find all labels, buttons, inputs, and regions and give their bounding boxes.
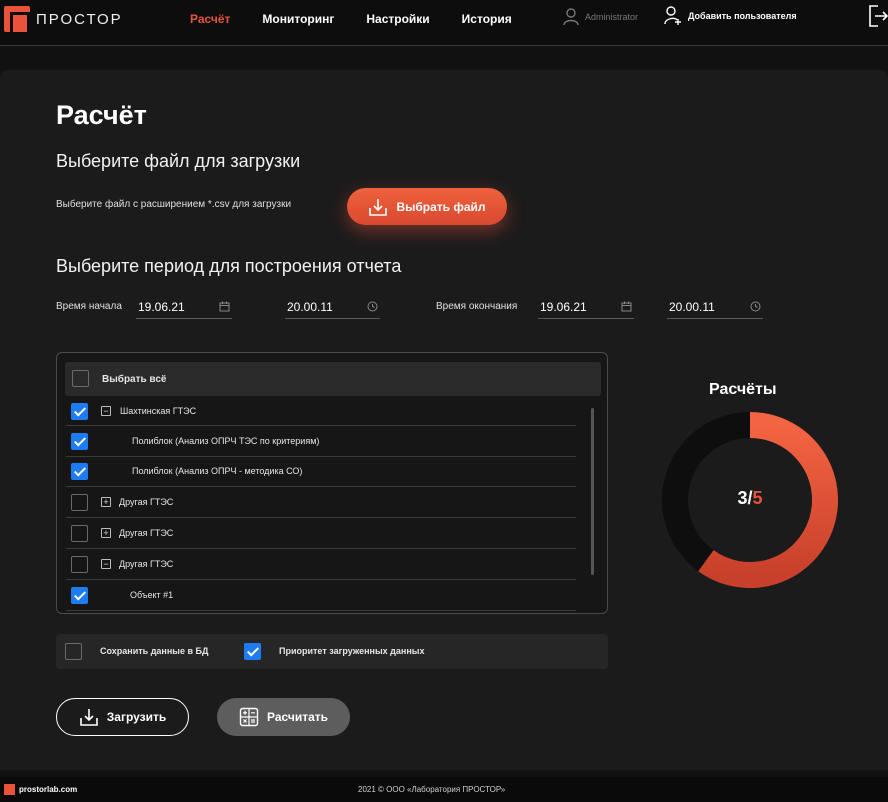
brand-name: ПРОСТОР <box>36 10 123 28</box>
start-date-field[interactable]: 19.06.21 <box>136 299 232 319</box>
row-divider <box>66 517 576 518</box>
logo-mark-icon <box>4 784 15 795</box>
file-hint: Выберите файл с расширением *.csv для за… <box>56 199 292 210</box>
upload-label: Загрузить <box>106 710 167 724</box>
logout-button[interactable] <box>868 4 888 33</box>
nav-item-monitoring[interactable]: Мониторинг <box>262 12 334 26</box>
upload-icon <box>369 198 388 216</box>
nav-item-calculation[interactable]: Расчёт <box>190 12 230 26</box>
tree-item-checkbox[interactable] <box>71 494 88 511</box>
user-name: Administrator <box>585 12 639 22</box>
select-all-label: Выбрать всё <box>102 374 167 385</box>
calculate-button[interactable]: Расчитать <box>217 698 350 736</box>
add-user-icon <box>664 6 681 25</box>
tree-item-label: Другая ГТЭС <box>119 559 174 569</box>
upload-button[interactable]: Загрузить <box>56 698 189 736</box>
expand-icon[interactable]: + <box>101 497 111 507</box>
tree-item-checkbox[interactable] <box>71 433 88 450</box>
select-all-checkbox[interactable] <box>72 370 89 387</box>
choose-file-label: Выбрать файл <box>396 199 486 214</box>
end-time-field[interactable]: 20.00.11 <box>667 299 763 319</box>
object-tree: Выбрать всё <box>56 352 608 614</box>
choose-file-button[interactable]: Выбрать файл <box>347 188 507 225</box>
end-date-value: 19.06.21 <box>540 300 587 314</box>
logo-mark-icon <box>4 6 30 35</box>
progress-title: Расчёты <box>709 381 777 398</box>
tree-scrollbar[interactable] <box>591 408 594 575</box>
calendar-icon[interactable] <box>621 301 632 312</box>
calculator-icon <box>239 707 259 727</box>
start-time-label: Время начала <box>56 301 122 312</box>
clock-icon[interactable] <box>750 301 761 312</box>
row-divider <box>66 579 576 580</box>
nav-item-history[interactable]: История <box>462 12 512 26</box>
tree-item-label: Полиблок (Анализ ОПРЧ ТЭС по критериям) <box>132 436 320 446</box>
user-icon <box>563 8 579 26</box>
options-bar: Сохранить данные в БД Приоритет загружен… <box>56 634 608 669</box>
start-time-value: 20.00.11 <box>287 300 333 314</box>
nav-item-settings[interactable]: Настройки <box>366 12 429 26</box>
progress-value: 3/5 <box>737 488 763 508</box>
tree-item-label: Объект #1 <box>130 590 174 600</box>
top-bar: ПРОСТОР Расчёт Мониторинг Настройки Исто… <box>0 0 888 46</box>
tree-item-label: Другая ГТЭС <box>119 497 174 507</box>
row-divider <box>66 425 576 426</box>
end-time-label: Время окончания <box>436 301 518 312</box>
download-icon <box>79 709 98 726</box>
row-divider <box>66 486 576 487</box>
add-user-button[interactable]: Добавить пользователя <box>664 6 797 26</box>
tree-item-checkbox[interactable] <box>71 463 88 480</box>
collapse-icon[interactable]: − <box>101 559 111 569</box>
start-date-value: 19.06.21 <box>138 300 185 314</box>
tree-item-label: Шахтинская ГТЭС <box>120 406 197 416</box>
file-heading: Выберите файл для загрузки <box>56 151 301 171</box>
tree-item-checkbox[interactable] <box>71 525 88 542</box>
calculate-label: Расчитать <box>266 710 329 724</box>
tree-item-label: Другая ГТЭС <box>119 528 174 538</box>
footer-site: prostorlab.com <box>19 785 78 794</box>
page-title: Расчёт <box>56 100 147 130</box>
tree-header: Выбрать всё <box>65 362 601 396</box>
expand-icon[interactable]: + <box>101 528 111 538</box>
save-db-label: Сохранить данные в БД <box>100 646 209 656</box>
period-heading: Выберите период для построения отчета <box>56 256 402 276</box>
row-divider <box>66 456 576 457</box>
end-date-field[interactable]: 19.06.21 <box>538 299 634 319</box>
calendar-icon[interactable] <box>219 301 230 312</box>
save-db-checkbox[interactable] <box>65 643 82 660</box>
clock-icon[interactable] <box>367 301 378 312</box>
collapse-icon[interactable]: − <box>101 406 111 416</box>
progress-total: 5 <box>752 488 763 508</box>
end-time-value: 20.00.11 <box>669 300 715 314</box>
footer-copyright: 2021 © ООО «Лаборатория ПРОСТОР» <box>358 785 506 794</box>
logout-icon <box>869 5 888 27</box>
row-divider <box>66 610 576 611</box>
progress-done: 3 <box>737 488 748 508</box>
tree-item-checkbox[interactable] <box>71 556 88 573</box>
tree-item-checkbox[interactable] <box>71 403 88 420</box>
footer: prostorlab.com 2021 © ООО «Лаборатория П… <box>0 777 888 802</box>
brand-logo[interactable]: ПРОСТОР <box>4 6 123 35</box>
main-nav: Расчёт Мониторинг Настройки История <box>190 12 544 26</box>
start-time-field[interactable]: 20.00.11 <box>285 299 380 319</box>
current-user[interactable]: Administrator <box>563 8 638 26</box>
row-divider <box>66 548 576 549</box>
priority-label: Приоритет загруженных данных <box>279 646 425 656</box>
tree-item-checkbox[interactable] <box>71 587 88 604</box>
add-user-label: Добавить пользователя <box>688 11 797 21</box>
footer-site-link[interactable]: prostorlab.com <box>4 784 77 795</box>
tree-item-label: Полиблок (Анализ ОПРЧ - методика СО) <box>132 466 303 476</box>
priority-checkbox[interactable] <box>244 643 261 660</box>
